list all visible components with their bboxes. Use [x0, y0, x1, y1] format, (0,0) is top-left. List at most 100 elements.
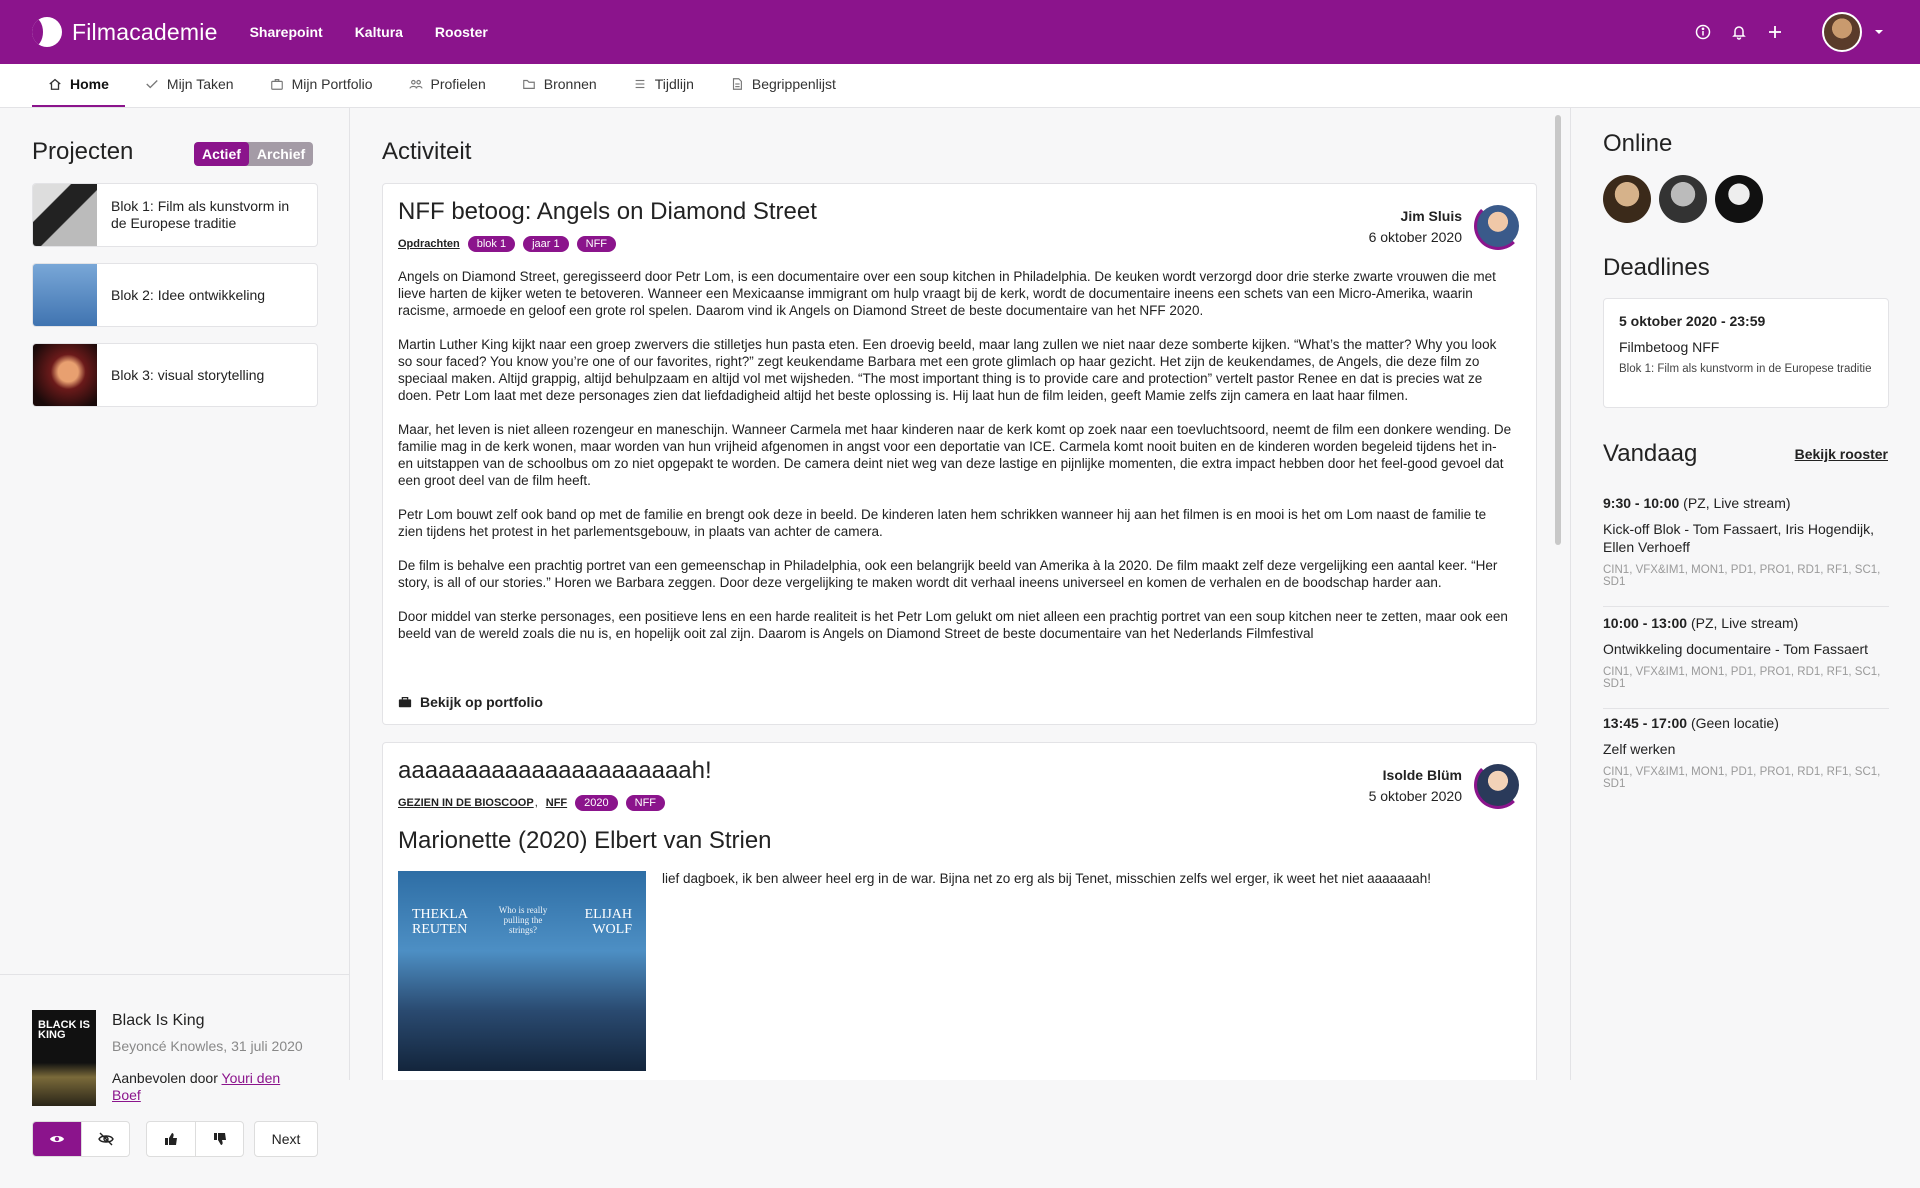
plus-icon[interactable]: [1766, 23, 1784, 41]
bell-icon[interactable]: [1730, 23, 1748, 41]
poster-actor-left: THEKLA REUTEN: [412, 907, 468, 937]
author-avatar[interactable]: [1474, 761, 1522, 809]
not-seen-button[interactable]: [81, 1122, 129, 1156]
project-thumbnail: [33, 264, 97, 326]
tab-home[interactable]: Home: [32, 63, 125, 107]
category-link[interactable]: GEZIEN IN DE BIOSCOOP: [398, 797, 534, 809]
logo-icon: [32, 17, 62, 47]
project-card[interactable]: Blok 3: visual storytelling: [32, 343, 318, 407]
event-time-row: 13:45 - 17:00 (Geen locatie): [1603, 715, 1889, 731]
tag-pill[interactable]: 2020: [575, 795, 618, 811]
recommendation-subtitle: Beyoncé Knowles, 31 juli 2020: [112, 1038, 303, 1054]
user-menu[interactable]: [1822, 12, 1888, 52]
tab-profielen[interactable]: Profielen: [393, 63, 502, 107]
film-title: Marionette (2020) Elbert van Strien: [398, 827, 772, 854]
post-paragraph: Martin Luther King kijkt naar een groep …: [398, 337, 1497, 403]
thumbs-up-button[interactable]: [147, 1122, 195, 1156]
film-poster: THEKLA REUTEN Who is really pulling the …: [398, 871, 646, 1071]
top-actions: [1694, 12, 1888, 52]
view-rooster-link[interactable]: Bekijk rooster: [1795, 446, 1888, 462]
app-name: Filmacademie: [72, 18, 218, 45]
tab-label: Mijn Taken: [166, 76, 234, 92]
folder-icon: [522, 79, 535, 89]
activity-feed: Activiteit NFF betoog: Angels on Diamond…: [350, 108, 1570, 1080]
nav-link-sharepoint[interactable]: Sharepoint: [250, 24, 323, 40]
author-name[interactable]: Isolde Blüm: [1383, 767, 1462, 783]
category-link[interactable]: Opdrachten: [398, 238, 460, 250]
author-name[interactable]: Jim Sluis: [1401, 208, 1462, 224]
feed-scrollbar[interactable]: [1555, 115, 1561, 545]
info-icon[interactable]: [1694, 23, 1712, 41]
project-title: Blok 3: visual storytelling: [111, 366, 265, 383]
thumbs-down-button[interactable]: [195, 1122, 243, 1156]
post-date: 5 oktober 2020: [1368, 788, 1462, 804]
tab-label: Begrippenlijst: [751, 76, 836, 92]
tag-pill[interactable]: NFF: [625, 795, 666, 811]
category-link[interactable]: NFF: [546, 797, 567, 809]
sub-nav: Home Mijn Taken Mijn Portfolio Profielen…: [0, 64, 1920, 108]
recommendation-cover[interactable]: BLACK IS KING: [32, 1010, 96, 1106]
activity-card: aaaaaaaaaaaaaaaaaaaaaah! GEZIEN IN DE BI…: [382, 742, 1537, 1080]
schedule-event[interactable]: 9:30 - 10:00 (PZ, Live stream) Kick-off …: [1603, 495, 1889, 607]
deadline-date: 5 oktober 2020 - 23:59: [1619, 313, 1766, 329]
event-groups: CIN1, VFX&IM1, MON1, PD1, PRO1, RD1, RF1…: [1603, 564, 1881, 588]
portfolio-link[interactable]: Bekijk op portfolio: [398, 694, 543, 710]
event-title: Ontwikkeling documentaire - Tom Fassaert: [1603, 641, 1869, 657]
next-button[interactable]: Next: [254, 1121, 318, 1157]
post-title[interactable]: aaaaaaaaaaaaaaaaaaaaaah!: [398, 757, 712, 785]
thumbs-down-icon: [213, 1133, 226, 1145]
home-icon: [49, 78, 61, 90]
check-icon: [146, 80, 158, 89]
portfolio-link-label: Bekijk op portfolio: [420, 694, 543, 710]
event-title: Kick-off Blok - Tom Fassaert, Iris Hogen…: [1603, 521, 1875, 555]
briefcase-icon: [398, 696, 412, 708]
tag-pill[interactable]: blok 1: [467, 236, 516, 252]
nav-link-rooster[interactable]: Rooster: [435, 24, 488, 40]
post-author: Jim Sluis 6 oktober 2020: [1369, 206, 1462, 248]
project-card[interactable]: Blok 1: Film als kunstvorm in de Europes…: [32, 183, 318, 247]
author-avatar[interactable]: [1474, 202, 1522, 250]
tab-mijn-taken[interactable]: Mijn Taken: [129, 63, 250, 107]
toggle-archief[interactable]: Archief: [249, 142, 313, 166]
schedule-event[interactable]: 13:45 - 17:00 (Geen locatie) Zelf werken…: [1603, 715, 1889, 808]
event-time: 13:45 - 17:00: [1603, 715, 1688, 731]
toggle-actief[interactable]: Actief: [194, 142, 249, 166]
seen-toggle-group: [32, 1121, 130, 1157]
activity-card: NFF betoog: Angels on Diamond Street Opd…: [382, 183, 1537, 725]
project-card[interactable]: Blok 2: Idee ontwikkeling: [32, 263, 318, 327]
event-time: 10:00 - 13:00: [1603, 615, 1688, 631]
post-body: lief dagboek, ik ben alweer heel erg in …: [662, 871, 1431, 886]
post-title[interactable]: NFF betoog: Angels on Diamond Street: [398, 198, 817, 226]
people-icon: [408, 79, 423, 89]
event-location: (PZ, Live stream): [1683, 495, 1791, 511]
brand[interactable]: Filmacademie: [32, 17, 218, 47]
event-groups: CIN1, VFX&IM1, MON1, PD1, PRO1, RD1, RF1…: [1603, 766, 1881, 790]
tab-tijdlijn[interactable]: Tijdlijn: [617, 63, 710, 107]
nav-link-kaltura[interactable]: Kaltura: [355, 24, 403, 40]
tab-label: Mijn Portfolio: [291, 76, 373, 92]
tab-begrippenlijst[interactable]: Begrippenlijst: [714, 63, 852, 107]
event-time: 9:30 - 10:00: [1603, 495, 1680, 511]
list-icon: [635, 79, 645, 89]
tag-pill[interactable]: NFF: [576, 236, 617, 252]
rating-group: [146, 1121, 244, 1157]
tag-pill[interactable]: jaar 1: [523, 236, 569, 252]
projects-title: Projecten: [32, 138, 134, 165]
post-paragraph: Petr Lom bouwt zelf ook band op met de f…: [398, 507, 1487, 539]
seen-button[interactable]: [33, 1122, 81, 1156]
document-icon: [732, 78, 742, 90]
event-time-row: 9:30 - 10:00 (PZ, Live stream): [1603, 495, 1889, 511]
online-user-avatar[interactable]: [1603, 175, 1651, 223]
tab-bronnen[interactable]: Bronnen: [506, 63, 613, 107]
tab-label: Tijdlijn: [654, 76, 694, 92]
tab-mijn-portfolio[interactable]: Mijn Portfolio: [254, 63, 389, 107]
tab-label: Home: [70, 76, 109, 92]
schedule-event[interactable]: 10:00 - 13:00 (PZ, Live stream) Ontwikke…: [1603, 615, 1889, 709]
briefcase-icon: [270, 79, 283, 90]
project-title: Blok 2: Idee ontwikkeling: [111, 286, 266, 303]
project-title: Blok 1: Film als kunstvorm in de Europes…: [111, 198, 290, 231]
deadline-card[interactable]: 5 oktober 2020 - 23:59 Filmbetoog NFF Bl…: [1603, 298, 1889, 408]
online-user-avatar[interactable]: [1659, 175, 1707, 223]
online-user-avatar[interactable]: [1715, 175, 1763, 223]
project-filter-toggle: Actief Archief: [194, 142, 314, 166]
